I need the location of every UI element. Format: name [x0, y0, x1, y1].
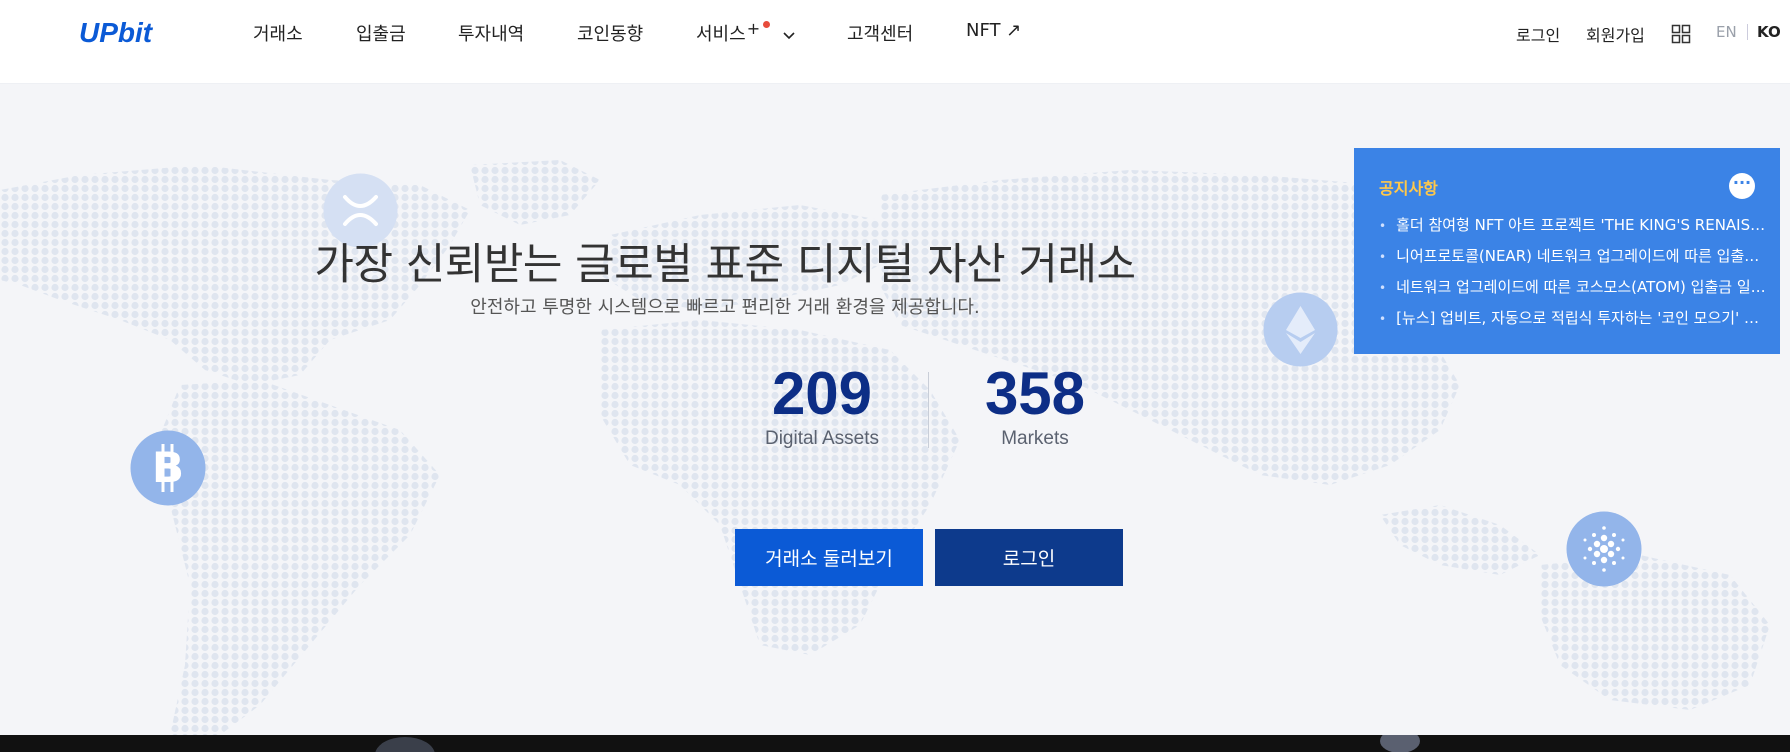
new-dot-icon — [763, 21, 771, 28]
stat-digital-assets: 209 Digital Assets — [722, 362, 922, 450]
notice-item[interactable]: [뉴스] 업비트, 자동으로 적립식 투자하는 '코인 모으기' 서비스 출시 — [1379, 303, 1769, 334]
cardano-coin-icon — [1566, 511, 1642, 587]
notice-title: 공지사항 — [1379, 179, 1438, 198]
nav-services-plus: + — [746, 19, 761, 38]
lang-ko-toggle[interactable]: KO — [1757, 23, 1781, 41]
nav-services-label: 서비스 — [696, 24, 746, 45]
grid-menu-icon[interactable] — [1671, 24, 1691, 44]
header-signup-link[interactable]: 회원가입 — [1586, 22, 1645, 46]
explore-exchange-button[interactable]: 거래소 둘러보기 — [735, 529, 923, 586]
hero-headline: 가장 신뢰받는 글로벌 표준 디지털 자산 거래소 — [314, 240, 1136, 290]
notice-item[interactable]: 니어프로토콜(NEAR) 네트워크 업그레이드에 따른 입출금 일시 중단 안내 — [1379, 241, 1769, 272]
notice-item[interactable]: 네트워크 업그레이드에 따른 코스모스(ATOM) 입출금 일시 중단 안내 — [1379, 272, 1769, 303]
bitcoin-coin-icon: B — [130, 430, 206, 506]
stat-markets-label: Markets — [1001, 428, 1069, 449]
hero-login-button[interactable]: 로그인 — [935, 529, 1123, 586]
nav-exchange[interactable]: 거래소 — [253, 20, 303, 46]
upbit-logo[interactable]: UPbit — [79, 16, 181, 50]
nav-services[interactable]: 서비스+ — [696, 19, 796, 46]
more-options-icon[interactable]: ··· — [1729, 173, 1755, 199]
hero-subline: 안전하고 투명한 시스템으로 빠르고 편리한 거래 환경을 제공합니다. — [470, 297, 980, 318]
nav-nft[interactable]: NFT ↗ — [966, 20, 1021, 41]
lang-divider — [1747, 24, 1748, 40]
stat-digital-assets-value: 209 — [771, 360, 873, 427]
header-login-link[interactable]: 로그인 — [1516, 22, 1560, 46]
nav-deposit-withdraw[interactable]: 입출금 — [356, 20, 406, 46]
strip-thumbnail-right — [1380, 735, 1420, 752]
stat-markets-value: 358 — [984, 360, 1086, 427]
notice-list: 홀더 참여형 NFT 아트 프로젝트 'THE KING'S RENAISSAN… — [1379, 210, 1769, 334]
top-header: UPbit 거래소 입출금 투자내역 코인동향 서비스+ 고객센터 NFT ↗ … — [0, 0, 1790, 84]
nav-coin-trends[interactable]: 코인동향 — [577, 20, 643, 46]
nav-investments[interactable]: 투자내역 — [458, 20, 524, 46]
nav-customer-center[interactable]: 고객센터 — [847, 20, 913, 46]
chevron-down-icon — [783, 32, 795, 40]
svg-text:UPbit: UPbit — [79, 17, 154, 48]
stat-digital-assets-label: Digital Assets — [764, 428, 880, 449]
svg-text:B: B — [152, 443, 184, 492]
lang-en-toggle[interactable]: EN — [1716, 23, 1737, 41]
strip-thumbnail-left — [375, 737, 435, 752]
notice-item[interactable]: 홀더 참여형 NFT 아트 프로젝트 'THE KING'S RENAISSAN… — [1379, 210, 1769, 241]
notice-panel: 공지사항 ··· 홀더 참여형 NFT 아트 프로젝트 'THE KING'S … — [1354, 148, 1780, 354]
stat-divider — [928, 372, 929, 448]
stat-markets: 358 Markets — [935, 362, 1135, 450]
bottom-dark-strip — [0, 735, 1790, 752]
